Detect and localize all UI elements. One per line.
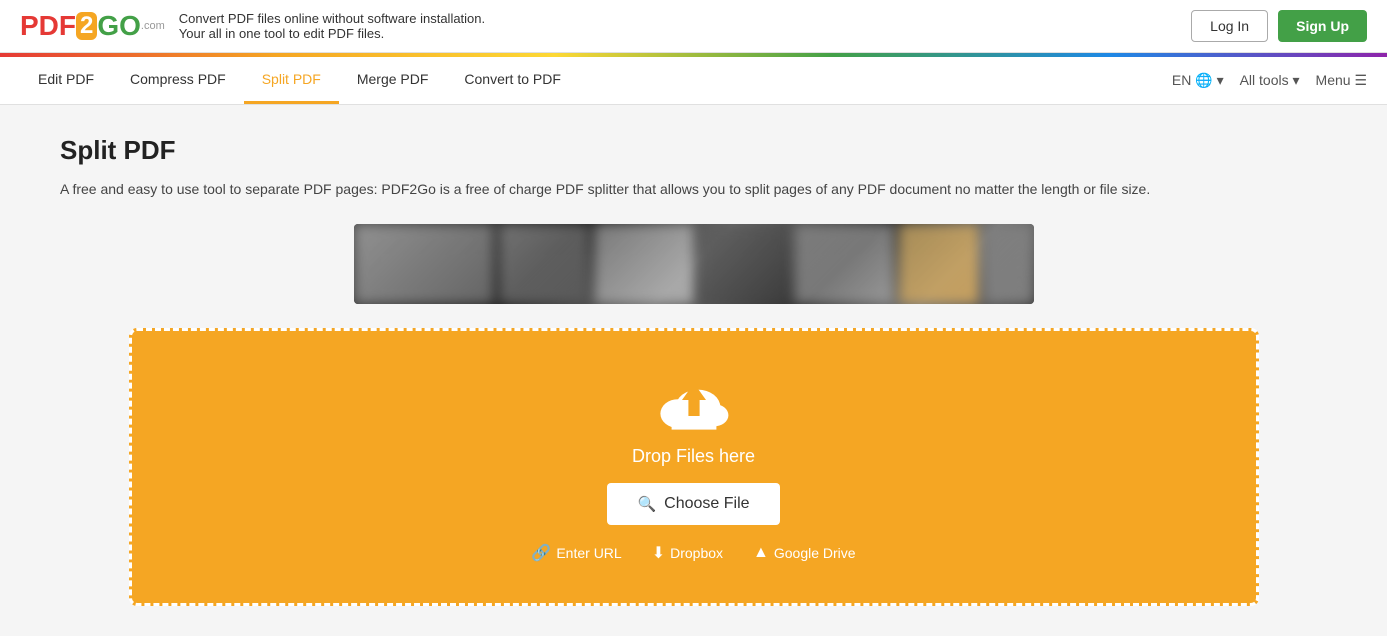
enter-url-option[interactable]: 🔗 Enter URL <box>531 543 621 563</box>
link-icon: 🔗 <box>531 543 551 563</box>
nav-item-compress-pdf[interactable]: Compress PDF <box>112 57 244 104</box>
logo-2: 2 <box>76 12 97 40</box>
choose-file-button[interactable]: 🔍 Choose File <box>607 483 779 525</box>
all-tools-dropdown[interactable]: All tools ▾ <box>1240 72 1300 89</box>
upload-area[interactable]: Drop Files here 🔍 Choose File 🔗 Enter UR… <box>129 328 1259 606</box>
search-icon: 🔍 <box>637 495 656 513</box>
logo-area: PDF 2 GO .com Convert PDF files online w… <box>20 10 485 42</box>
upload-options: 🔗 Enter URL ⬇ Dropbox ▲ Google Drive <box>152 543 1236 563</box>
header: PDF 2 GO .com Convert PDF files online w… <box>0 0 1387 53</box>
nav-item-merge-pdf[interactable]: Merge PDF <box>339 57 447 104</box>
page-description: A free and easy to use tool to separate … <box>60 178 1160 200</box>
login-button[interactable]: Log In <box>1191 10 1268 42</box>
dropbox-label: Dropbox <box>670 545 723 561</box>
nav-item-split-pdf[interactable]: Split PDF <box>244 57 339 104</box>
main-nav: Edit PDF Compress PDF Split PDF Merge PD… <box>0 57 1387 105</box>
nav-item-edit-pdf[interactable]: Edit PDF <box>20 57 112 104</box>
signup-button[interactable]: Sign Up <box>1278 10 1367 42</box>
google-drive-label: Google Drive <box>774 545 856 561</box>
header-buttons: Log In Sign Up <box>1191 10 1367 42</box>
dropbox-icon: ⬇ <box>652 543 665 563</box>
enter-url-label: Enter URL <box>556 545 621 561</box>
page-title: Split PDF <box>60 135 1327 166</box>
logo-com: .com <box>141 20 165 32</box>
logo-pdf: PDF <box>20 10 76 42</box>
logo[interactable]: PDF 2 GO .com <box>20 10 165 42</box>
banner-image <box>354 224 1034 304</box>
google-drive-icon: ▲ <box>753 544 769 562</box>
main-content: Split PDF A free and easy to use tool to… <box>0 105 1387 636</box>
cloud-upload-icon <box>152 371 1236 446</box>
menu-button[interactable]: Menu ☰ <box>1316 72 1367 89</box>
language-selector[interactable]: EN 🌐 ▾ <box>1172 72 1224 89</box>
dropbox-option[interactable]: ⬇ Dropbox <box>652 543 723 563</box>
nav-right: EN 🌐 ▾ All tools ▾ Menu ☰ <box>1172 72 1367 89</box>
tagline-sub: Your all in one tool to edit PDF files. <box>179 26 485 41</box>
choose-file-label: Choose File <box>664 495 749 513</box>
nav-item-convert-pdf[interactable]: Convert to PDF <box>446 57 578 104</box>
google-drive-option[interactable]: ▲ Google Drive <box>753 543 856 563</box>
tagline: Convert PDF files online without softwar… <box>179 11 485 41</box>
nav-left: Edit PDF Compress PDF Split PDF Merge PD… <box>20 57 579 104</box>
logo-go: GO <box>97 10 141 42</box>
tagline-main: Convert PDF files online without softwar… <box>179 11 485 26</box>
drop-files-text: Drop Files here <box>152 446 1236 467</box>
